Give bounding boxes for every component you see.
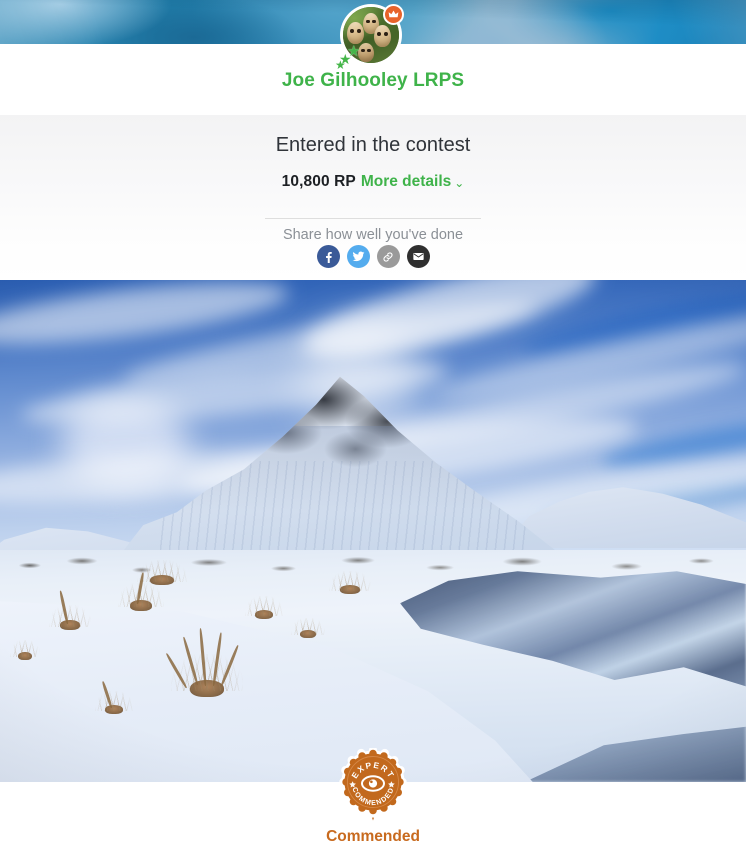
green-stars-icon: ★ ★ ★: [335, 43, 361, 72]
email-icon: [412, 252, 424, 261]
grass-tuft: [105, 705, 123, 714]
twitter-icon: [352, 251, 364, 262]
expert-commended-seal: EXPERT COMMENDED: [339, 748, 407, 824]
owl-shape: [347, 22, 364, 44]
grass-tuft: [60, 620, 80, 630]
profile-username[interactable]: Joe Gilhooley LRPS: [0, 70, 746, 92]
avatar[interactable]: ★ ★ ★: [335, 4, 404, 71]
points-value: 10,800 RP: [281, 173, 356, 190]
grass-tuft: [340, 585, 360, 594]
share-label: Share how well you've done: [282, 227, 464, 243]
share-facebook-button[interactable]: [316, 245, 340, 268]
grass-tuft: [18, 652, 32, 660]
grass-tuft: [130, 600, 152, 611]
award-badge[interactable]: EXPERT COMMENDED: [339, 748, 407, 828]
owl-shape: [374, 25, 391, 47]
share-link-button[interactable]: [376, 245, 400, 268]
award-caption: Commended: [326, 828, 420, 845]
share-email-button[interactable]: [406, 245, 430, 268]
share-twitter-button[interactable]: [346, 245, 370, 268]
contest-entry-page: Joe Gilhooley LRPS ★ ★ ★ Entered in the …: [0, 0, 746, 856]
contest-status-title: Entered in the contest: [275, 134, 471, 156]
grass-tuft: [255, 610, 273, 619]
grass-tuft: [300, 630, 316, 638]
link-icon: [383, 251, 393, 262]
divider: [265, 218, 481, 219]
chevron-down-icon[interactable]: ⌄: [454, 174, 464, 193]
share-button-group: [0, 245, 746, 268]
crown-icon: [383, 4, 404, 25]
more-details-link[interactable]: More details: [361, 173, 451, 190]
grass-tuft: [150, 575, 174, 585]
points-row: 10,800 RP More details ⌄: [0, 172, 746, 192]
contest-entry-photo[interactable]: [0, 280, 746, 782]
facebook-icon: [325, 251, 332, 263]
seal-graphic: EXPERT COMMENDED: [339, 748, 407, 824]
